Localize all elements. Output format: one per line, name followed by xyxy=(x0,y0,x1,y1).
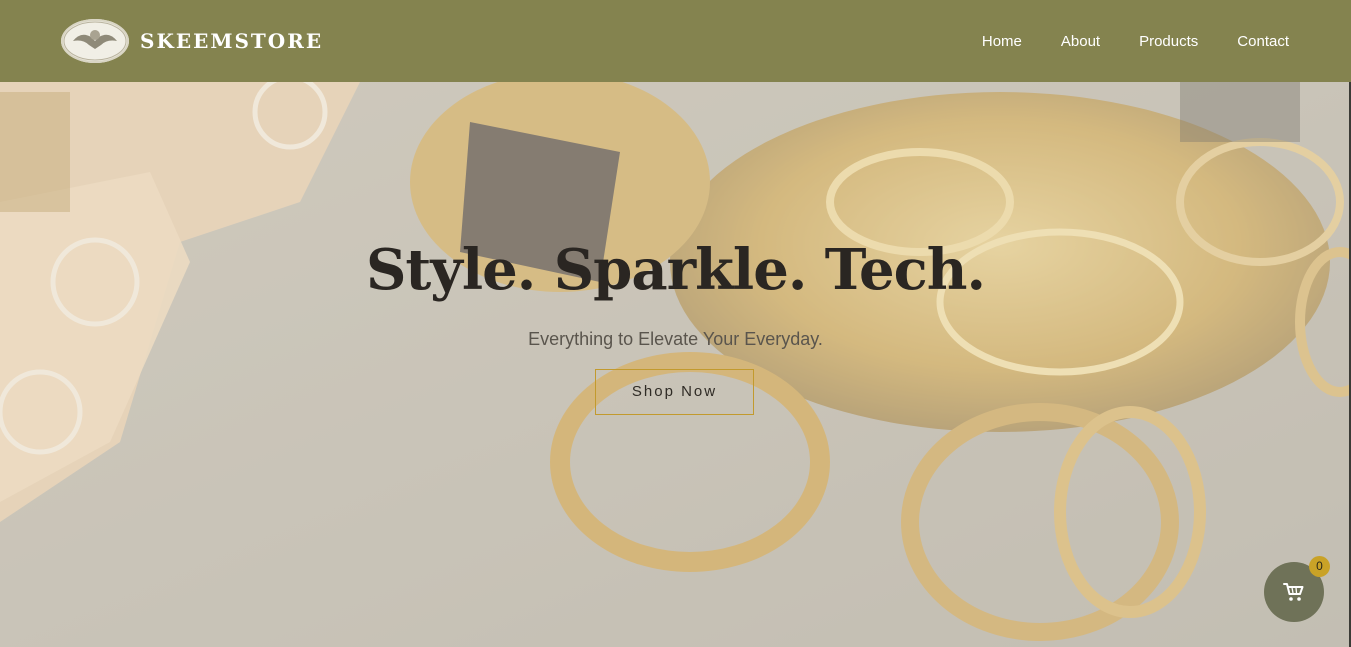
logo[interactable] xyxy=(61,19,129,63)
nav-home[interactable]: Home xyxy=(982,32,1022,52)
main-nav: Home About Products Contact xyxy=(943,32,1289,52)
hero-subtitle: Everything to Elevate Your Everyday. xyxy=(528,329,823,349)
cart-icon xyxy=(1283,583,1304,601)
hero-section: Style. Sparkle. Tech. Everything to Elev… xyxy=(0,82,1351,647)
nav-products[interactable]: Products xyxy=(1139,32,1198,52)
nav-contact[interactable]: Contact xyxy=(1237,32,1289,52)
hero-title: Style. Sparkle. Tech. xyxy=(365,237,986,303)
brand-name[interactable]: SKEEMSTORE xyxy=(140,29,323,53)
page: SKEEMSTORE Home About Products Contact S… xyxy=(0,0,1351,647)
logo-emblem-icon xyxy=(63,21,127,61)
site-header: SKEEMSTORE Home About Products Contact xyxy=(0,0,1351,82)
nav-about[interactable]: About xyxy=(1061,32,1100,52)
shop-now-button[interactable]: Shop Now xyxy=(595,369,754,415)
cart-count-badge: 0 xyxy=(1309,556,1330,577)
hero-overlay xyxy=(0,82,1351,647)
